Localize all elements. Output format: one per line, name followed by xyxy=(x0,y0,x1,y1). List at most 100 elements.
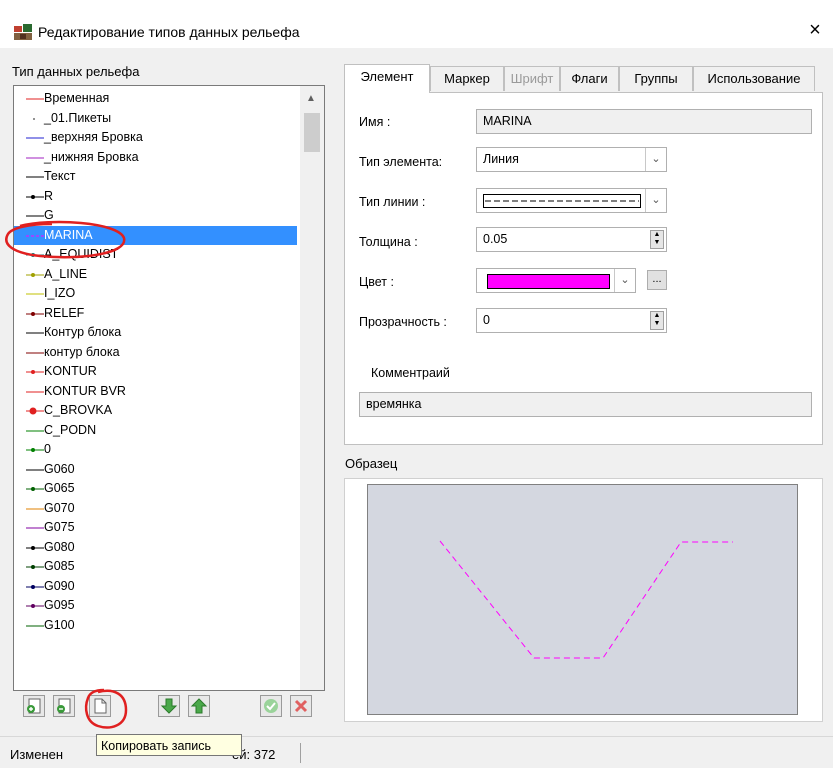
list-item[interactable]: MARINA xyxy=(14,225,297,245)
line-style-icon xyxy=(26,311,44,316)
spin-arrows-icon[interactable]: ▲ ▼ xyxy=(650,230,664,249)
list-item[interactable]: G100 xyxy=(14,616,297,635)
list-item[interactable]: C_PODN xyxy=(14,421,297,440)
list-item[interactable]: G xyxy=(14,206,297,225)
ok-button[interactable] xyxy=(260,695,282,717)
scroll-up-icon[interactable]: ▲ xyxy=(306,93,316,104)
list-item[interactable]: I_IZO xyxy=(14,284,297,303)
line-style-icon xyxy=(26,253,44,257)
list-item[interactable]: KONTUR xyxy=(14,362,297,381)
list-item[interactable]: R xyxy=(14,187,297,206)
list-item[interactable]: G070 xyxy=(14,499,297,518)
list-item[interactable]: C_BROVKA xyxy=(14,401,297,420)
list-item-label: KONTUR xyxy=(44,364,97,378)
move-up-button[interactable] xyxy=(188,695,210,717)
title-bar: Редактирование типов данных рельефа × xyxy=(0,0,833,48)
chevron-down-icon[interactable]: ⌄ xyxy=(614,269,635,292)
remove-record-button[interactable] xyxy=(53,695,75,717)
thickness-spinner[interactable]: 0.05 ▲ ▼ xyxy=(476,227,667,252)
list-item-label: G060 xyxy=(44,461,75,476)
list-item[interactable]: G065 xyxy=(14,479,297,498)
name-label: Имя : xyxy=(359,115,391,129)
terrain-types-list[interactable]: Временная _01.Пикеты _верхняя Бровка _нижня… xyxy=(13,85,325,691)
comment-field[interactable]: времянка xyxy=(359,392,812,417)
list-item-label: Текст xyxy=(44,169,76,183)
list-item[interactable]: RELEF xyxy=(14,304,297,323)
line-style-icon xyxy=(26,98,44,100)
list-item[interactable]: G075 xyxy=(14,518,297,537)
list-item[interactable]: G095 xyxy=(14,596,297,615)
tab-element[interactable]: Элемент xyxy=(344,64,430,93)
add-record-button[interactable] xyxy=(23,695,45,717)
tab-usage[interactable]: Использование xyxy=(693,66,815,91)
color-more-button[interactable]: ... xyxy=(647,270,667,290)
list-item-label: _верхняя Бровка xyxy=(44,130,143,144)
list-item[interactable]: 0 xyxy=(14,440,297,459)
list-item[interactable]: KONTUR BVR xyxy=(14,382,297,401)
list-item-label: R xyxy=(44,188,54,203)
element-type-select[interactable]: Линия ⌄ xyxy=(476,147,667,172)
list-item-label: G070 xyxy=(44,500,75,515)
tab-marker[interactable]: Маркер xyxy=(430,66,504,91)
list-item[interactable]: Временная xyxy=(14,89,297,108)
line-style-icon xyxy=(26,430,44,431)
color-select[interactable]: ⌄ xyxy=(476,268,636,293)
list-item[interactable]: контур блока xyxy=(14,343,297,362)
preview-canvas xyxy=(367,484,798,715)
list-item[interactable]: _01.Пикеты xyxy=(14,109,297,128)
list-item-label: RELEF xyxy=(44,305,85,320)
preview-line xyxy=(439,540,733,659)
status-separator xyxy=(300,743,301,763)
list-item[interactable]: G085 xyxy=(14,557,297,576)
copy-doc-icon xyxy=(94,698,107,714)
list-item-label: G075 xyxy=(44,520,75,534)
list-item[interactable]: G060 xyxy=(14,460,297,479)
app-icon xyxy=(14,24,32,40)
line-style-icon xyxy=(26,272,44,277)
move-down-button[interactable] xyxy=(158,695,180,717)
tab-flags[interactable]: Флаги xyxy=(560,66,619,91)
remove-doc-icon xyxy=(57,698,71,714)
list-item[interactable]: Контур блока xyxy=(14,323,297,342)
list-item[interactable]: _верхняя Бровка xyxy=(14,128,297,147)
thickness-value: 0.05 xyxy=(483,232,508,246)
list-item[interactable]: G080 xyxy=(14,538,297,557)
list-item[interactable]: _нижняя Бровка xyxy=(14,148,297,167)
close-button[interactable]: × xyxy=(803,18,827,42)
line-style-icon xyxy=(26,332,44,334)
tab-groups[interactable]: Группы xyxy=(619,66,693,91)
list-item[interactable]: Текст xyxy=(14,167,297,186)
line-style-icon xyxy=(26,293,44,295)
list-item[interactable]: A_LINE xyxy=(14,265,297,284)
list-item-label: G065 xyxy=(44,481,75,495)
list-item[interactable]: A_EQUIDIST xyxy=(14,245,297,264)
window-title: Редактирование типов данных рельефа xyxy=(38,24,300,40)
spin-arrows-icon[interactable]: ▲ ▼ xyxy=(650,311,664,330)
transparency-label: Прозрачность : xyxy=(359,315,447,329)
line-type-select[interactable]: ⌄ xyxy=(476,188,667,213)
list-item[interactable]: G090 xyxy=(14,577,297,596)
list-item-label: Контур блока xyxy=(44,325,122,339)
preview-frame xyxy=(344,478,823,722)
copy-record-button[interactable] xyxy=(89,695,111,717)
name-field[interactable]: MARINA xyxy=(476,109,812,134)
chevron-down-icon[interactable]: ⌄ xyxy=(645,189,666,212)
list-scrollbar[interactable]: ▲ xyxy=(300,86,324,690)
line-style-icon xyxy=(26,370,44,374)
chevron-down-icon[interactable]: ⌄ xyxy=(645,148,666,171)
line-style-icon xyxy=(26,469,44,470)
list-item-label: _нижняя Бровка xyxy=(44,149,139,164)
arrow-down-icon xyxy=(160,698,178,714)
line-style-icon xyxy=(26,215,44,217)
arrow-up-icon xyxy=(190,698,208,714)
comment-label: Комментраий xyxy=(371,366,450,380)
line-style-icon xyxy=(26,407,44,415)
list-item-label: A_LINE xyxy=(44,266,88,281)
scroll-thumb[interactable] xyxy=(304,113,320,152)
line-style-icon xyxy=(26,584,44,589)
transparency-spinner[interactable]: 0 ▲ ▼ xyxy=(476,308,667,333)
cancel-button[interactable] xyxy=(290,695,312,717)
list-item-label: A_EQUIDIST xyxy=(44,247,119,261)
list-item-label: MARINA xyxy=(44,227,93,242)
list-item-label: G090 xyxy=(44,578,75,593)
